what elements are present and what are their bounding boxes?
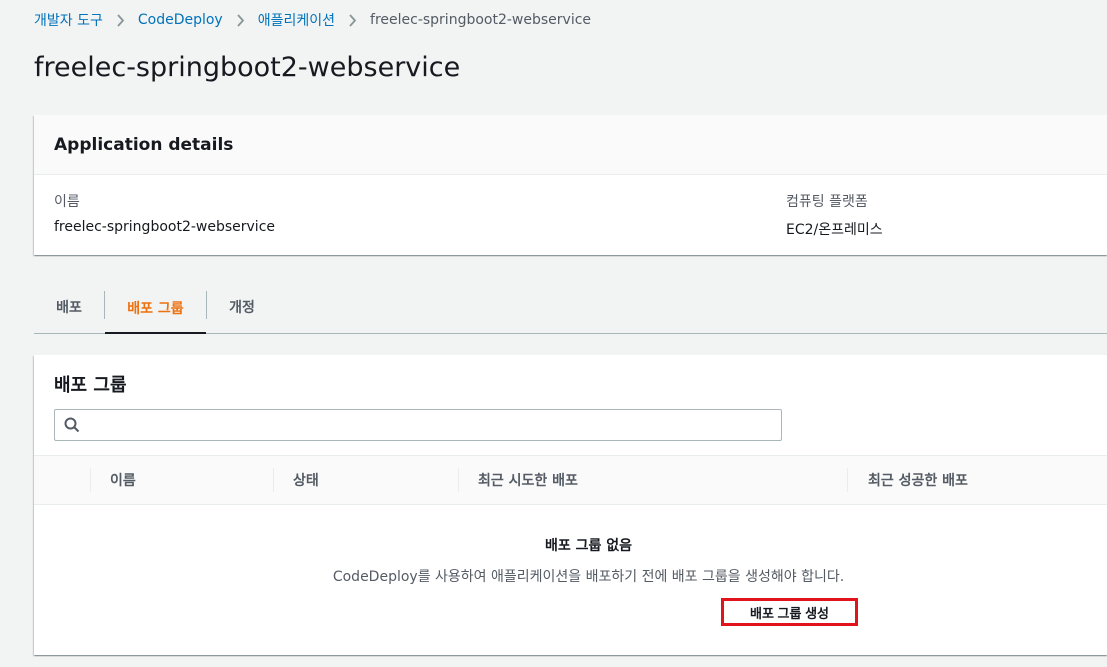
- column-divider: [458, 468, 459, 492]
- create-deployment-group-button[interactable]: 배포 그룹 생성: [721, 598, 858, 626]
- chevron-right-icon: [116, 13, 125, 27]
- breadcrumb-developer-tools[interactable]: 개발자 도구: [34, 10, 103, 30]
- column-divider: [847, 468, 848, 492]
- breadcrumb-codedeploy[interactable]: CodeDeploy: [138, 12, 223, 28]
- column-name[interactable]: 이름: [110, 456, 136, 504]
- name-label: 이름: [54, 194, 80, 210]
- empty-state-description: CodeDeploy를 사용하여 애플리케이션을 배포하기 전에 배포 그룹을 …: [332, 569, 845, 585]
- column-divider: [90, 468, 91, 492]
- empty-state-title: 배포 그룹 없음: [544, 538, 633, 554]
- platform-label: 컴퓨팅 플랫폼: [786, 194, 868, 210]
- chevron-right-icon: [348, 13, 357, 27]
- search-input[interactable]: [87, 412, 771, 438]
- breadcrumb: 개발자 도구 CodeDeploy 애플리케이션 freelec-springb…: [34, 10, 591, 30]
- search-box[interactable]: [54, 409, 782, 441]
- column-last-successful[interactable]: 최근 성공한 배포: [868, 456, 968, 504]
- name-value: freelec-springboot2-webservice: [54, 219, 276, 235]
- tab-deployments[interactable]: 배포: [34, 283, 104, 331]
- breadcrumb-current: freelec-springboot2-webservice: [370, 12, 592, 28]
- column-divider: [273, 468, 274, 492]
- table-header: 이름 상태 최근 시도한 배포 최근 성공한 배포: [34, 455, 1107, 505]
- name-field: 이름 freelec-springboot2-webservice: [54, 191, 275, 235]
- deployment-groups-title: 배포 그룹: [54, 375, 127, 396]
- tab-deployment-groups[interactable]: 배포 그룹: [105, 283, 206, 334]
- platform-value: EC2/온프레미스: [786, 222, 883, 238]
- tab-revisions[interactable]: 개정: [207, 283, 277, 331]
- deployment-groups-card: 배포 그룹 이름 상태 최근 시도한 배포 최근 성공한 배포 배포 그룹 없음…: [34, 355, 1107, 655]
- page-title: freelec-springboot2-webservice: [34, 52, 461, 83]
- column-last-attempted[interactable]: 최근 시도한 배포: [478, 456, 578, 504]
- breadcrumb-applications[interactable]: 애플리케이션: [258, 10, 335, 30]
- search-icon: [64, 417, 80, 437]
- column-status[interactable]: 상태: [293, 456, 319, 504]
- chevron-right-icon: [236, 13, 245, 27]
- tab-bar: 배포 배포 그룹 개정: [34, 283, 1107, 334]
- application-details-header: Application details: [34, 115, 1107, 175]
- platform-field: 컴퓨팅 플랫폼 EC2/온프레미스: [786, 191, 883, 239]
- application-details-card: Application details 이름 freelec-springboo…: [34, 115, 1107, 255]
